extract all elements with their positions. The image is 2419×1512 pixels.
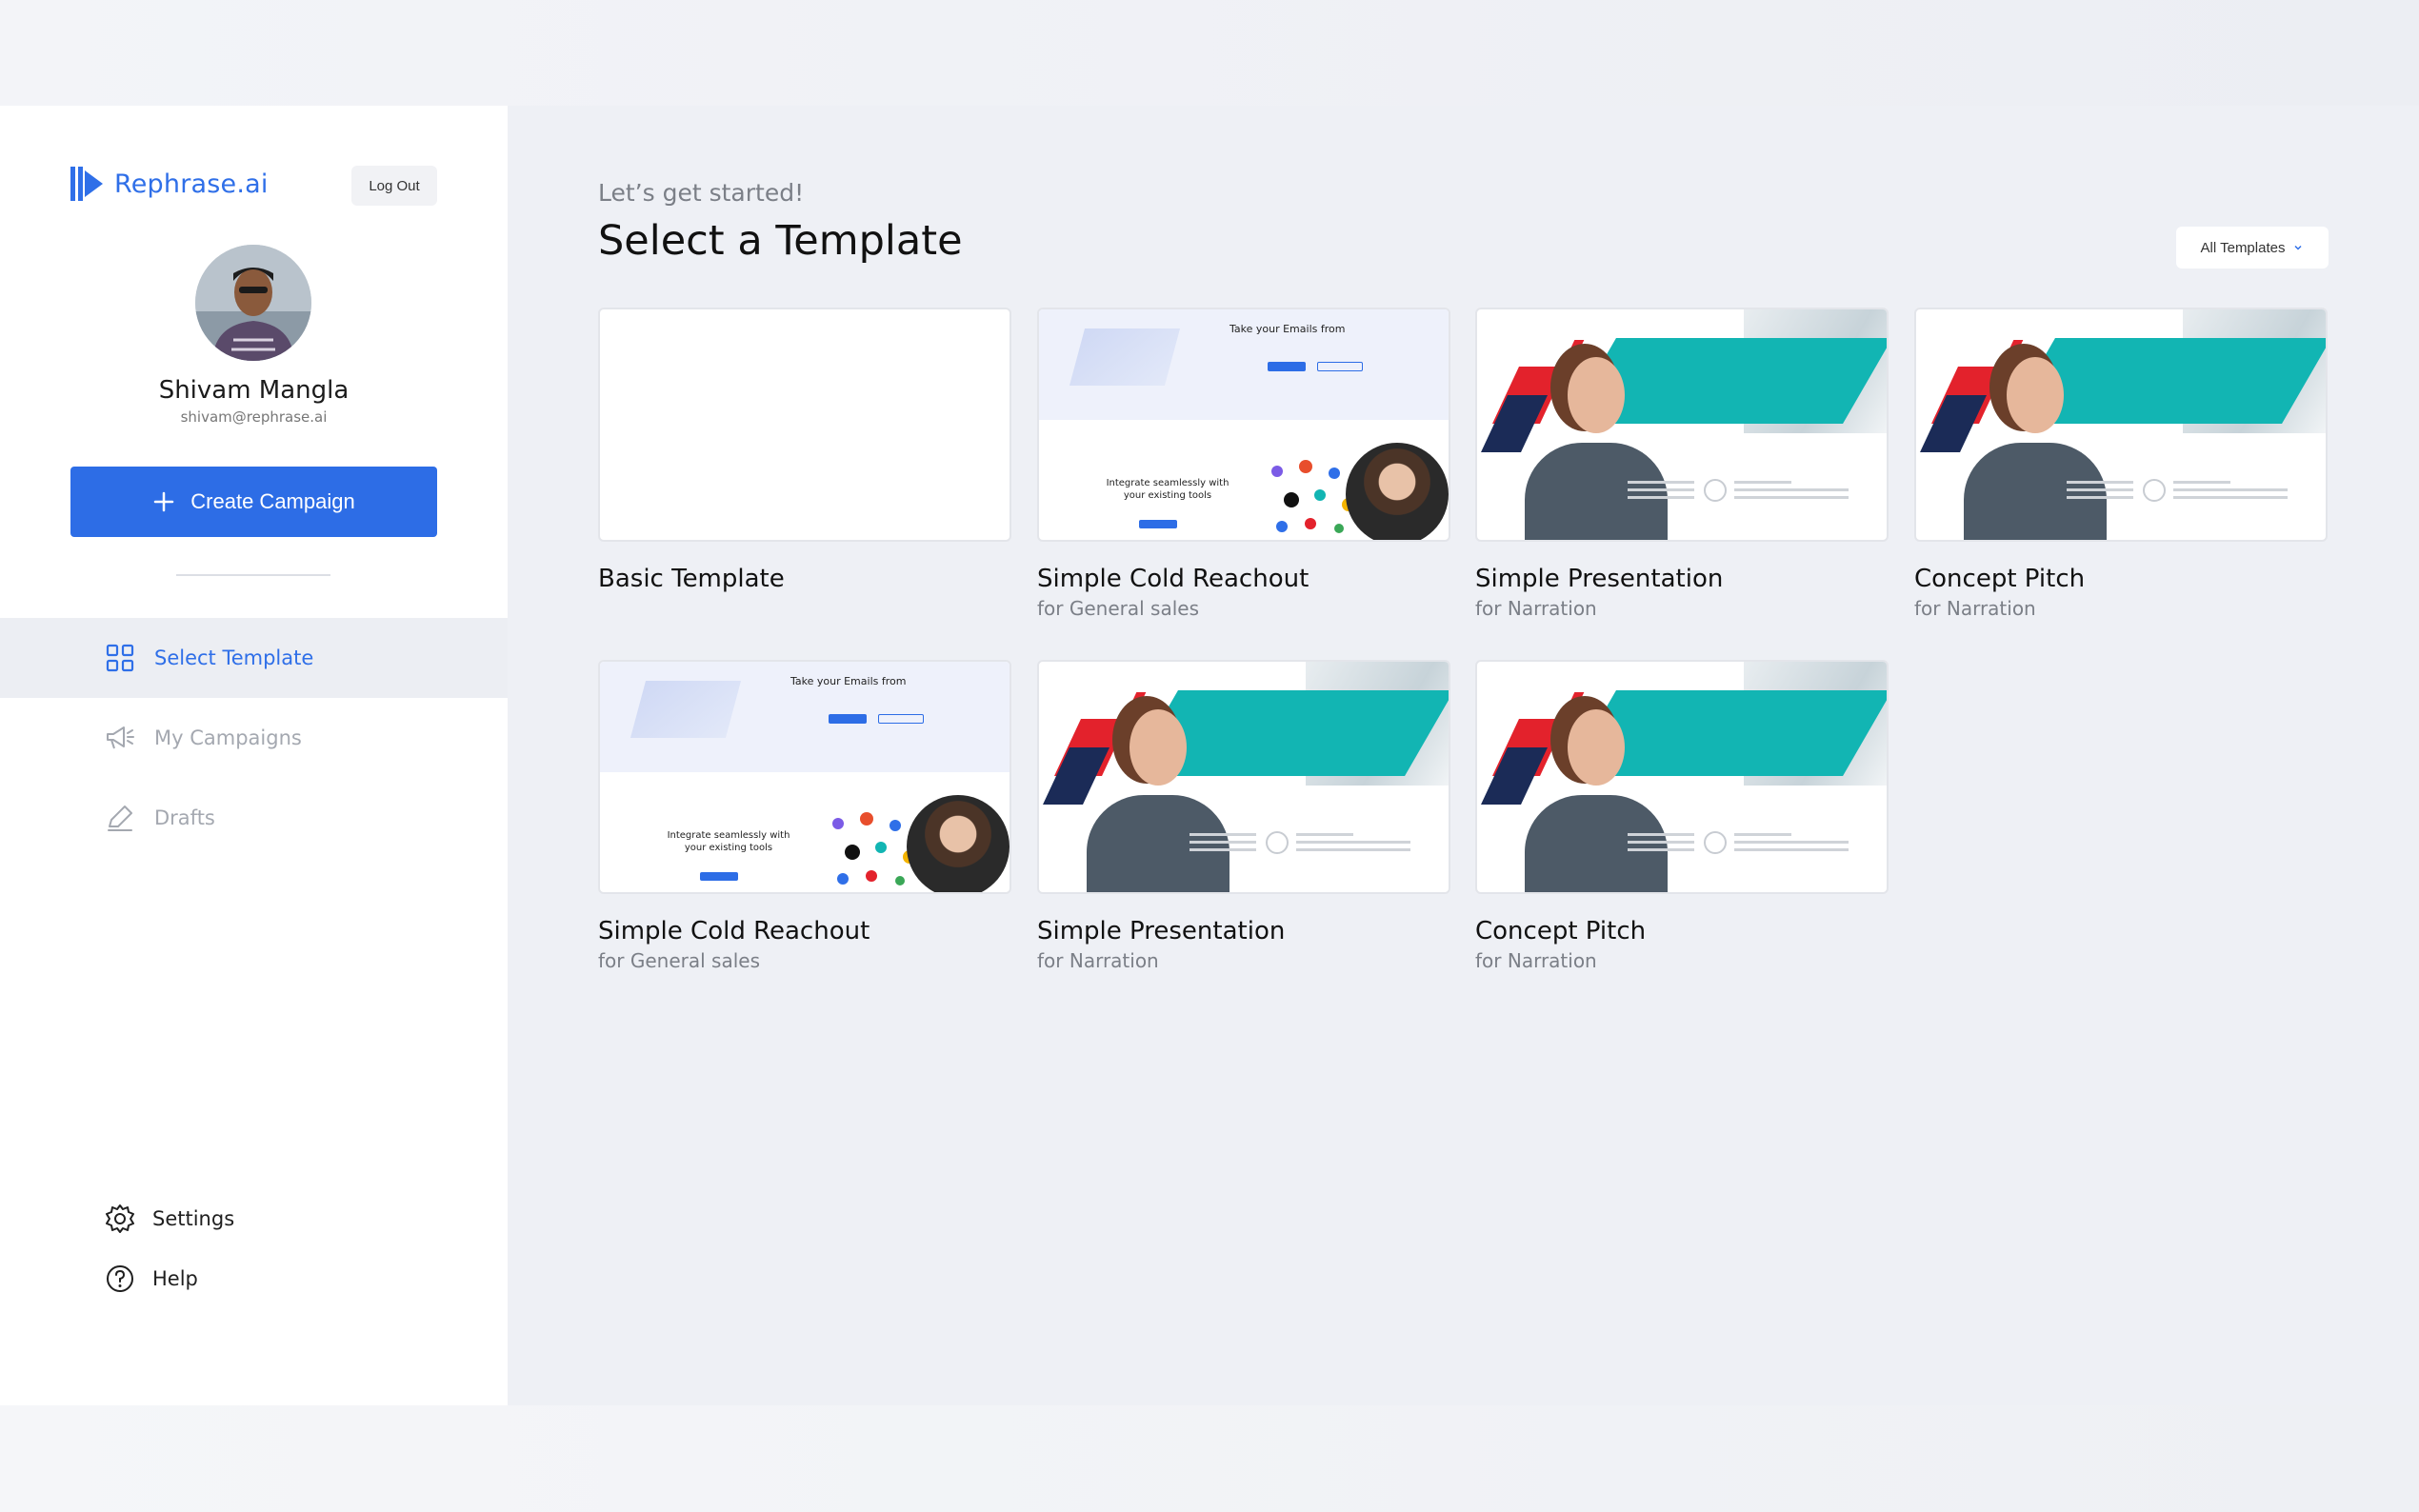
thumb-icon: [1704, 479, 1727, 502]
sidebar-item-label: Select Template: [154, 647, 314, 669]
template-subtitle: for Narration: [1037, 949, 1159, 972]
help-icon: [107, 1265, 133, 1292]
brand-logo[interactable]: Rephrase.ai: [69, 165, 269, 203]
sidebar-item-label: Drafts: [154, 806, 215, 829]
sidebar-item-settings[interactable]: Settings: [105, 1204, 234, 1234]
presenter-image: [1525, 700, 1668, 892]
thumb-button: [1139, 520, 1177, 528]
plus-icon: [154, 491, 174, 512]
template-filter-dropdown[interactable]: All Templates: [2176, 227, 2329, 269]
brand-name: Rephrase.ai: [114, 169, 269, 199]
template-card-concept-pitch[interactable]: Concept Pitch for Narration: [1475, 660, 1889, 972]
logout-button[interactable]: Log Out: [351, 166, 437, 206]
thumb-integrate-text: Integrate seamlessly with your existing …: [1106, 478, 1229, 501]
thumb-text-lines: [2173, 481, 2288, 504]
intro-text: Let’s get started!: [598, 179, 805, 207]
template-card-simple-presentation[interactable]: Simple Presentation for Narration: [1475, 308, 1889, 620]
help-label: Help: [152, 1267, 198, 1290]
template-subtitle: for General sales: [1037, 597, 1199, 620]
sidebar-item-label: My Campaigns: [154, 726, 302, 749]
template-title: Simple Cold Reachout: [598, 917, 870, 945]
page-title: Select a Template: [598, 217, 963, 265]
pencil-icon: [105, 803, 135, 833]
template-card-concept-pitch[interactable]: Concept Pitch for Narration: [1914, 308, 2328, 620]
template-thumbnail[interactable]: [1475, 660, 1889, 894]
sidebar: Rephrase.ai Log Out Shivam Mangla shivam…: [0, 106, 508, 1405]
template-title: Concept Pitch: [1914, 565, 2086, 593]
thumb-button: [829, 714, 867, 724]
template-thumbnail[interactable]: Take your Emails from Integrate seamless…: [598, 660, 1011, 894]
bottom-band: [0, 1405, 2419, 1512]
top-band: [0, 0, 2419, 106]
template-title: Simple Presentation: [1475, 565, 1724, 593]
thumb-text-lines: [1628, 833, 1694, 856]
sidebar-item-select-template[interactable]: Select Template: [0, 618, 508, 698]
thumb-text-lines: [2067, 481, 2133, 504]
thumb-icon: [2143, 479, 2166, 502]
thumb-shape: [630, 681, 742, 738]
avatar[interactable]: [195, 245, 311, 361]
thumb-text-lines: [1296, 833, 1410, 856]
thumb-heading: Take your Emails from: [1229, 323, 1346, 335]
template-card-basic[interactable]: Basic Template: [598, 308, 1011, 593]
presenter-image: [1525, 348, 1668, 540]
thumb-icon: [1704, 831, 1727, 854]
thumb-shape: [1069, 328, 1181, 386]
user-name: Shivam Mangla: [158, 376, 350, 405]
presenter-image: [1964, 348, 2107, 540]
presenter-image: [1087, 700, 1229, 892]
user-email: shivam@rephrase.ai: [180, 408, 328, 426]
megaphone-icon: [105, 723, 135, 753]
template-subtitle: for Narration: [1475, 597, 1597, 620]
template-thumbnail[interactable]: [598, 308, 1011, 542]
grid-icon: [105, 643, 135, 673]
thumb-text-lines: [1628, 481, 1694, 504]
sidebar-item-my-campaigns[interactable]: My Campaigns: [0, 698, 508, 778]
thumb-button: [878, 714, 924, 724]
filter-label: All Templates: [2200, 239, 2286, 256]
create-campaign-button[interactable]: Create Campaign: [70, 467, 437, 537]
settings-label: Settings: [152, 1207, 235, 1230]
thumb-heading: Take your Emails from: [790, 675, 907, 687]
rephrase-logo-icon: [70, 167, 103, 201]
template-thumbnail[interactable]: [1914, 308, 2328, 542]
template-title: Simple Presentation: [1037, 917, 1286, 945]
thumb-button: [700, 872, 738, 881]
thumb-button: [1268, 362, 1306, 371]
sidebar-item-help[interactable]: Help: [105, 1263, 198, 1294]
thumb-icon: [1266, 831, 1289, 854]
template-title: Basic Template: [598, 565, 785, 593]
thumb-button: [1317, 362, 1363, 371]
template-card-simple-presentation[interactable]: Simple Presentation for Narration: [1037, 660, 1450, 972]
thumb-text-lines: [1190, 833, 1256, 856]
template-title: Simple Cold Reachout: [1037, 565, 1309, 593]
thumb-integrate-text: Integrate seamlessly with your existing …: [667, 830, 790, 853]
template-thumbnail[interactable]: [1475, 308, 1889, 542]
sidebar-item-drafts[interactable]: Drafts: [0, 778, 508, 858]
template-subtitle: for General sales: [598, 949, 760, 972]
template-subtitle: for Narration: [1475, 949, 1597, 972]
sidebar-divider: [176, 574, 330, 576]
presenter-avatar: [907, 795, 1010, 892]
template-card-cold-reachout[interactable]: Take your Emails from Integrate seamless…: [598, 660, 1011, 972]
create-campaign-label: Create Campaign: [190, 489, 355, 513]
template-title: Concept Pitch: [1475, 917, 1647, 945]
presenter-avatar: [1346, 443, 1449, 540]
thumb-text-lines: [1734, 833, 1849, 856]
thumb-text-lines: [1734, 481, 1849, 504]
gear-icon: [106, 1204, 134, 1233]
template-thumbnail[interactable]: Take your Emails from Integrate seamless…: [1037, 308, 1450, 542]
template-thumbnail[interactable]: [1037, 660, 1450, 894]
chevron-down-icon: [2294, 245, 2302, 250]
avatar-image: [195, 245, 311, 361]
template-subtitle: for Narration: [1914, 597, 2036, 620]
template-card-cold-reachout[interactable]: Take your Emails from Integrate seamless…: [1037, 308, 1450, 620]
